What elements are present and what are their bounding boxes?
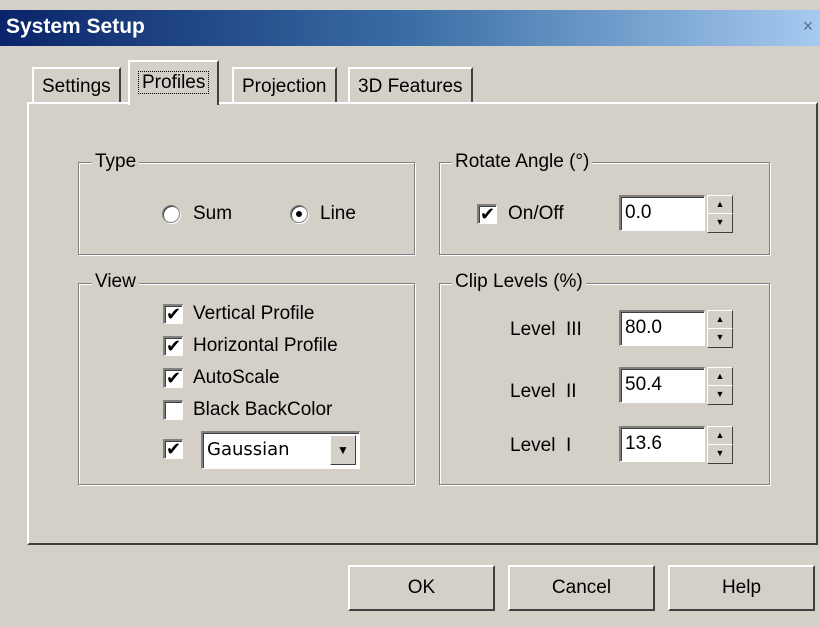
view-group-title: View (92, 271, 139, 293)
spin-up-icon[interactable]: ▲ (707, 367, 733, 387)
vertical-profile-label[interactable]: Vertical Profile (193, 303, 314, 325)
tab-3d-features[interactable]: 3D Features (348, 67, 473, 103)
level-ii-spinner[interactable]: ▲ ▼ (707, 367, 733, 405)
type-group-title: Type (92, 151, 140, 173)
level-iii-label: Level III (510, 319, 582, 340)
rotate-angle-spinner[interactable]: ▲ ▼ (707, 195, 733, 233)
level-ii-input[interactable]: 50.4 (619, 367, 705, 403)
spin-down-icon[interactable]: ▼ (707, 328, 733, 348)
window-title: System Setup (6, 15, 145, 38)
title-bar: System Setup × (0, 10, 820, 46)
cancel-button[interactable]: Cancel (508, 565, 655, 611)
horizontal-profile-checkbox[interactable]: ✔ (163, 336, 183, 356)
type-line-label[interactable]: Line (320, 203, 356, 225)
spin-up-icon[interactable]: ▲ (707, 310, 733, 330)
tab-profiles[interactable]: Profiles (128, 60, 220, 105)
level-i-label: Level I (510, 435, 572, 456)
type-sum-label[interactable]: Sum (193, 203, 232, 225)
spin-down-icon[interactable]: ▼ (707, 213, 733, 233)
spin-down-icon[interactable]: ▼ (707, 444, 733, 464)
tab-profiles-label: Profiles (138, 71, 210, 94)
filter-checkbox[interactable]: ✔ (163, 439, 183, 459)
type-group (78, 162, 415, 255)
spin-up-icon[interactable]: ▲ (707, 426, 733, 446)
spin-down-icon[interactable]: ▼ (707, 385, 733, 405)
level-iii-spinner[interactable]: ▲ ▼ (707, 310, 733, 348)
rotate-angle-title: Rotate Angle (°) (452, 151, 593, 173)
chevron-down-icon[interactable]: ▼ (330, 435, 356, 465)
autoscale-checkbox[interactable]: ✔ (163, 368, 183, 388)
level-iii-input[interactable]: 80.0 (619, 310, 705, 346)
rotate-onoff-checkbox[interactable]: ✔ (477, 204, 497, 224)
level-ii-label: Level II (510, 381, 577, 402)
tab-projection[interactable]: Projection (232, 67, 337, 103)
autoscale-label[interactable]: AutoScale (193, 367, 280, 389)
black-backcolor-checkbox[interactable] (163, 400, 183, 420)
horizontal-profile-label[interactable]: Horizontal Profile (193, 335, 338, 357)
filter-dropdown-value: Gaussian (207, 439, 290, 460)
level-i-spinner[interactable]: ▲ ▼ (707, 426, 733, 464)
clip-levels-title: Clip Levels (%) (452, 271, 586, 293)
close-icon[interactable]: × (798, 15, 818, 37)
filter-dropdown[interactable]: Gaussian ▼ (201, 431, 360, 469)
help-button[interactable]: Help (668, 565, 815, 611)
black-backcolor-label[interactable]: Black BackColor (193, 399, 332, 421)
type-line-radio[interactable] (290, 205, 308, 223)
rotate-onoff-label[interactable]: On/Off (508, 203, 564, 225)
spin-up-icon[interactable]: ▲ (707, 195, 733, 215)
level-i-input[interactable]: 13.6 (619, 426, 705, 462)
vertical-profile-checkbox[interactable]: ✔ (163, 304, 183, 324)
rotate-angle-input[interactable]: 0.0 (619, 195, 705, 231)
type-sum-radio[interactable] (162, 205, 180, 223)
ok-button[interactable]: OK (348, 565, 495, 611)
tab-settings[interactable]: Settings (32, 67, 121, 103)
